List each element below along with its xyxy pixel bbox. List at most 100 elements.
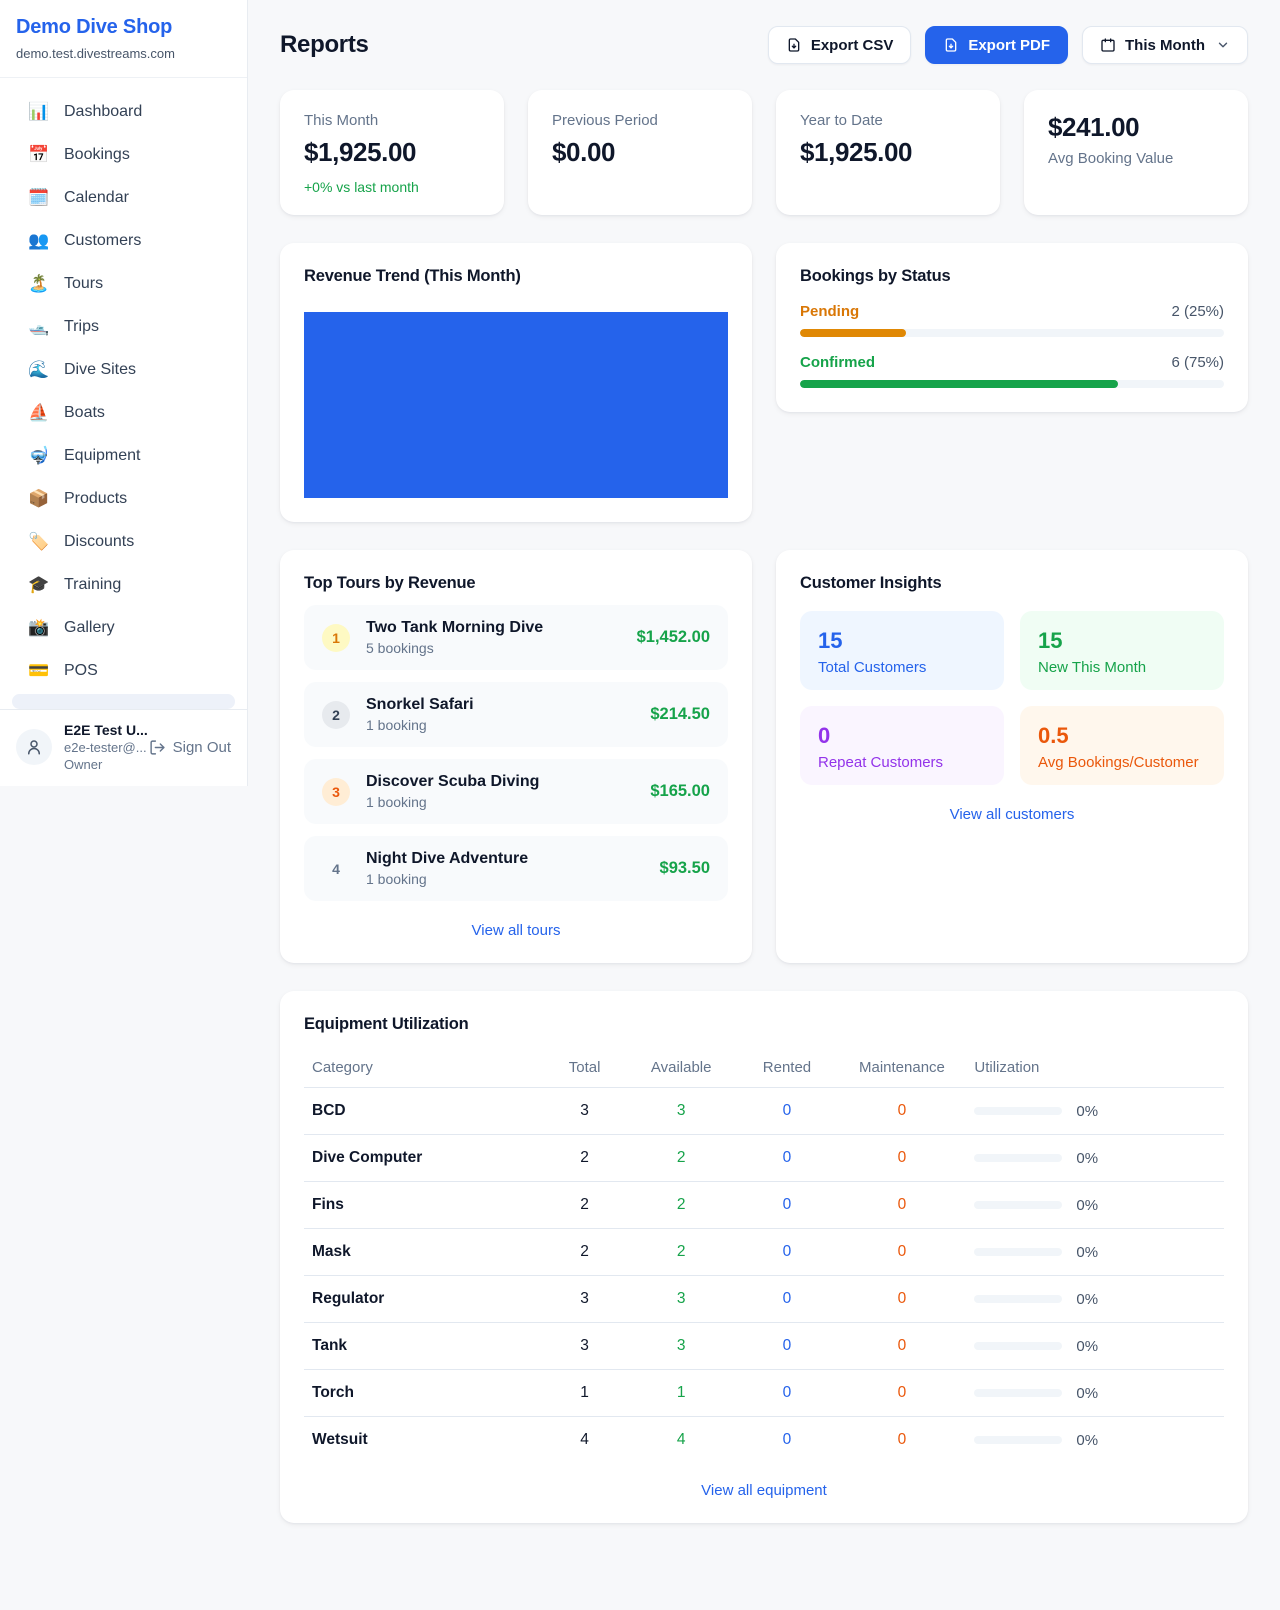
sidebar-item-customers[interactable]: 👥 Customers: [10, 219, 237, 262]
utilization-cell: 0%: [974, 1103, 1216, 1120]
sidebar-item-dashboard[interactable]: 📊 Dashboard: [10, 90, 237, 133]
tour-name: Snorkel Safari: [366, 696, 634, 714]
tile-label: New This Month: [1038, 659, 1206, 676]
equipment-maintenance: 0: [838, 1323, 967, 1370]
table-header-row: Category Total Available Rented Maintena…: [304, 1048, 1224, 1088]
export-csv-button[interactable]: Export CSV: [768, 26, 912, 64]
sidebar-nav: 📊 Dashboard 📅 Bookings 🗓️ Calendar 👥 Cus…: [0, 78, 247, 709]
equipment-rented: 0: [736, 1323, 837, 1370]
camera-icon: 📸: [28, 619, 50, 636]
dashboard-icon: 📊: [28, 103, 50, 120]
diving-mask-icon: 🤿: [28, 447, 50, 464]
app-shell: Demo Dive Shop demo.test.divestreams.com…: [0, 0, 1280, 1555]
tour-list-item: 3 Discover Scuba Diving 1 booking $165.0…: [304, 759, 728, 824]
brand-domain: demo.test.divestreams.com: [16, 46, 231, 61]
sidebar-item-training[interactable]: 🎓 Training: [10, 563, 237, 606]
utilization-percent: 0%: [1076, 1150, 1098, 1167]
tour-list-item: 4 Night Dive Adventure 1 booking $93.50: [304, 836, 728, 901]
tile-label: Repeat Customers: [818, 754, 986, 771]
sidebar-item-trips[interactable]: 🛥️ Trips: [10, 305, 237, 348]
tour-name: Night Dive Adventure: [366, 850, 644, 868]
sidebar-item-label: Gallery: [64, 619, 115, 637]
export-pdf-button[interactable]: Export PDF: [925, 26, 1068, 64]
column-header: Available: [626, 1048, 736, 1088]
rank-badge: 3: [322, 778, 350, 806]
graduation-cap-icon: 🎓: [28, 576, 50, 593]
equipment-available: 2: [626, 1229, 736, 1276]
package-icon: 📦: [28, 490, 50, 507]
sidebar-item-products[interactable]: 📦 Products: [10, 477, 237, 520]
utilization-cell: 0%: [974, 1432, 1216, 1449]
status-bar-track: [800, 380, 1224, 388]
equipment-available: 3: [626, 1088, 736, 1135]
revenue-trend-panel: Revenue Trend (This Month): [280, 243, 752, 522]
equipment-available: 2: [626, 1135, 736, 1182]
stat-value: $241.00: [1048, 112, 1224, 143]
person-icon: [25, 738, 43, 756]
user-name: E2E Test U...: [64, 722, 137, 738]
utilization-bar-track: [974, 1436, 1062, 1444]
sidebar-item-dive-sites[interactable]: 🌊 Dive Sites: [10, 348, 237, 391]
tour-bookings-count: 1 booking: [366, 794, 634, 810]
brand-title: Demo Dive Shop: [16, 16, 231, 39]
equipment-available: 2: [626, 1182, 736, 1229]
tile-value: 0.5: [1038, 723, 1206, 749]
sidebar-item-active-partial[interactable]: [12, 694, 235, 709]
equipment-rented: 0: [736, 1088, 837, 1135]
period-select[interactable]: This Month: [1082, 26, 1248, 64]
page-title: Reports: [280, 31, 369, 59]
tour-bookings-count: 5 bookings: [366, 640, 621, 656]
view-all-customers-link[interactable]: View all customers: [800, 806, 1224, 823]
sidebar-item-tours[interactable]: 🏝️ Tours: [10, 262, 237, 305]
view-all-tours-link[interactable]: View all tours: [304, 922, 728, 939]
user-panel: E2E Test U... e2e-tester@... Owner Sign …: [0, 709, 247, 786]
sidebar-item-calendar[interactable]: 🗓️ Calendar: [10, 176, 237, 219]
equipment-rented: 0: [736, 1135, 837, 1182]
file-download-icon: [943, 37, 959, 53]
stat-label: This Month: [304, 112, 480, 129]
sidebar-item-label: Trips: [64, 318, 99, 336]
sidebar-item-pos[interactable]: 💳 POS: [10, 649, 237, 692]
sign-out-label: Sign Out: [173, 739, 231, 756]
table-row: Wetsuit 4 4 0 0 0%: [304, 1417, 1224, 1464]
utilization-percent: 0%: [1076, 1291, 1098, 1308]
sidebar-item-label: Equipment: [64, 447, 141, 465]
equipment-total: 2: [543, 1229, 626, 1276]
sidebar-item-bookings[interactable]: 📅 Bookings: [10, 133, 237, 176]
sidebar-item-equipment[interactable]: 🤿 Equipment: [10, 434, 237, 477]
utilization-percent: 0%: [1076, 1338, 1098, 1355]
stat-label: Year to Date: [800, 112, 976, 129]
tour-revenue: $1,452.00: [637, 628, 710, 647]
panel-title: Customer Insights: [800, 574, 1224, 593]
stat-label: Previous Period: [552, 112, 728, 129]
stat-value: $1,925.00: [800, 137, 976, 168]
sidebar-item-label: Dashboard: [64, 103, 142, 121]
equipment-rented: 0: [736, 1229, 837, 1276]
utilization-percent: 0%: [1076, 1385, 1098, 1402]
sidebar-item-label: Products: [64, 490, 127, 508]
equipment-available: 4: [626, 1417, 736, 1464]
sidebar-item-gallery[interactable]: 📸 Gallery: [10, 606, 237, 649]
brand-block: Demo Dive Shop demo.test.divestreams.com: [0, 0, 247, 78]
view-all-equipment-link[interactable]: View all equipment: [304, 1482, 1224, 1499]
equipment-category: Tank: [304, 1323, 543, 1370]
sidebar-item-label: Dive Sites: [64, 361, 136, 379]
sidebar-item-boats[interactable]: ⛵ Boats: [10, 391, 237, 434]
export-csv-label: Export CSV: [811, 37, 894, 54]
table-row: Tank 3 3 0 0 0%: [304, 1323, 1224, 1370]
tour-bookings-count: 1 booking: [366, 717, 634, 733]
main-content: Reports Export CSV Export PDF This Month: [248, 0, 1280, 1555]
equipment-rented: 0: [736, 1417, 837, 1464]
equipment-rented: 0: [736, 1276, 837, 1323]
equipment-maintenance: 0: [838, 1417, 967, 1464]
utilization-percent: 0%: [1076, 1244, 1098, 1261]
sidebar-item-discounts[interactable]: 🏷️ Discounts: [10, 520, 237, 563]
stat-card-year-to-date: Year to Date $1,925.00: [776, 90, 1000, 215]
utilization-bar-track: [974, 1342, 1062, 1350]
utilization-percent: 0%: [1076, 1432, 1098, 1449]
equipment-rented: 0: [736, 1182, 837, 1229]
sign-out-button[interactable]: Sign Out: [149, 739, 231, 756]
sidebar-item-label: Calendar: [64, 189, 129, 207]
equipment-maintenance: 0: [838, 1135, 967, 1182]
table-row: Mask 2 2 0 0 0%: [304, 1229, 1224, 1276]
